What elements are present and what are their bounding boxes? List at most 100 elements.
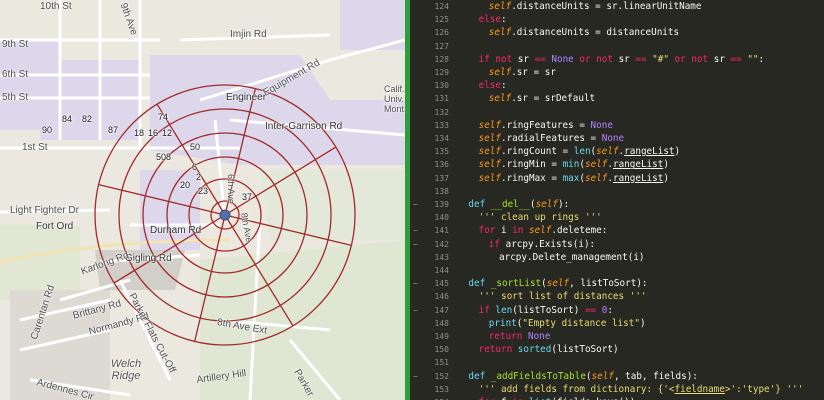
line-number: 153 <box>434 384 449 394</box>
code-text: self.sr = sr <box>488 67 556 78</box>
code-text: for i in self.deleteme: <box>478 225 608 237</box>
map-number: 18 <box>134 128 145 138</box>
map-number: 12 <box>162 128 173 138</box>
map-label: Imjin Rd <box>230 29 267 40</box>
code-line[interactable]: 132 <box>410 106 824 119</box>
code-line[interactable]: 138 <box>410 185 824 198</box>
code-text: self.distanceUnits = sr.linearUnitName <box>488 1 702 12</box>
code-line[interactable]: 150 return sorted(listToSort) <box>410 343 824 356</box>
line-number: 139 <box>434 200 449 209</box>
line-number: 132 <box>434 107 449 117</box>
line-number: 149 <box>434 332 449 341</box>
code-text: self.radialFeatures = None <box>478 133 625 144</box>
code-text: ''' clean up rings ''' <box>478 212 602 224</box>
code-line[interactable]: 146 ''' sort list of distances ''' <box>410 290 824 303</box>
code-line[interactable]: 148 print("Empty distance list") <box>410 317 824 330</box>
code-editor[interactable]: 124 self.distanceUnits = sr.linearUnitNam… <box>410 0 824 400</box>
line-number: 148 <box>434 318 449 328</box>
map-number: 74 <box>158 112 169 122</box>
map-number: 2 <box>196 172 202 182</box>
map-number: 82 <box>82 114 93 124</box>
map-label: 5th St <box>2 92 29 103</box>
line-number: 138 <box>434 186 449 196</box>
code-text: else: <box>478 80 507 92</box>
code-line[interactable]: 129 self.sr = sr <box>410 66 824 79</box>
code-line[interactable]: 136 self.ringMin = min(self.rangeList) <box>410 158 824 171</box>
code-line[interactable]: 140 ''' clean up rings ''' <box>410 211 824 224</box>
map-label: Light Fighter Dr <box>10 205 79 216</box>
map-label: 6th St <box>2 69 29 80</box>
map-label: Durham Rd <box>150 225 202 236</box>
code-line[interactable]: 149 return None <box>410 330 824 343</box>
line-number: 140 <box>434 213 449 223</box>
code-text: self.ringMin = min(self.rangeList) <box>478 159 669 171</box>
code-text: else: <box>478 14 507 26</box>
code-text: return sorted(listToSort) <box>478 344 619 356</box>
map-label: Engineer <box>226 92 267 103</box>
map-number: 23 <box>198 186 209 196</box>
code-line[interactable]: 124 self.distanceUnits = sr.linearUnitNam… <box>410 0 824 13</box>
line-number: 150 <box>434 345 449 355</box>
code-line[interactable]: 134 self.radialFeatures = None <box>410 132 824 145</box>
code-text: ''' add fields from dictionary: {'<field… <box>478 383 804 395</box>
code-line[interactable]: −139 def __del__(self): <box>410 198 824 211</box>
map-label: 6th Ave <box>226 174 236 204</box>
code-line[interactable]: −152 def _addFieldsToTable(self, tab, fie… <box>410 370 824 383</box>
line-number: 154 <box>410 396 449 400</box>
map-number: 84 <box>62 114 73 124</box>
map-label: Gigling Rd <box>125 253 172 264</box>
line-number: 134 <box>434 134 449 143</box>
code-line[interactable]: −141 for i in self.deleteme: <box>410 224 824 237</box>
line-number: 130 <box>434 81 449 91</box>
code-line[interactable]: 131 self.sr = srDefault <box>410 92 824 105</box>
code-line[interactable]: 143 arcpy.Delete_management(i) <box>410 251 824 264</box>
code-line[interactable]: 151 <box>410 356 824 369</box>
code-text: ''' sort list of distances ''' <box>478 291 647 303</box>
code-text: return None <box>488 331 551 342</box>
code-line[interactable]: 144 <box>410 264 824 277</box>
map-number: 20 <box>180 180 191 190</box>
code-text: self.distanceUnits = distanceUnits <box>488 27 680 39</box>
code-line[interactable]: 137 self.ringMax = max(self.rangeList) <box>410 172 824 185</box>
line-number: 128 <box>434 54 449 64</box>
map-label: 1st St <box>22 142 48 153</box>
code-text: self.ringFeatures = None <box>478 119 613 131</box>
map-view[interactable]: 10th St 9th Ave 9th St 6th St 5th St Imj… <box>0 0 405 400</box>
map-label: 9th St <box>2 39 29 50</box>
code-line[interactable]: 133 self.ringFeatures = None <box>410 119 824 132</box>
code-text: self.ringMax = max(self.rangeList) <box>478 172 669 184</box>
map-number: 90 <box>42 125 53 135</box>
code-text: def __del__(self): <box>468 199 570 210</box>
code-text: for f in list(fields.keys()): <box>479 396 641 400</box>
line-number: 131 <box>434 94 449 104</box>
line-number: 142 <box>434 239 449 249</box>
code-text: if len(listToSort) == 0: <box>478 304 613 316</box>
code-text: self.sr = srDefault <box>488 93 596 105</box>
code-line[interactable]: 126 self.distanceUnits = distanceUnits <box>410 26 824 39</box>
code-line[interactable]: −154for f in list(fields.keys()): <box>410 396 824 400</box>
code-line[interactable]: 125 else: <box>410 13 824 26</box>
line-number: 125 <box>434 15 449 25</box>
line-number: 133 <box>434 120 449 130</box>
line-number: 144 <box>434 266 449 275</box>
map-number: 37 <box>242 192 253 202</box>
code-line[interactable]: 153 ''' add fields from dictionary: {'<fi… <box>410 383 824 396</box>
map-number: 87 <box>108 125 119 135</box>
code-line[interactable]: −142 if arcpy.Exists(i): <box>410 238 824 251</box>
map-label: 10th St <box>40 1 72 12</box>
line-number: 152 <box>434 371 449 381</box>
line-number: 126 <box>434 28 449 38</box>
line-number: 151 <box>434 358 449 368</box>
code-line[interactable]: −147 if len(listToSort) == 0: <box>410 304 824 317</box>
basemap <box>0 0 405 400</box>
code-line[interactable]: 130 else: <box>410 79 824 92</box>
code-line[interactable]: 127 <box>410 40 824 53</box>
line-number: 141 <box>434 226 449 236</box>
line-number: 137 <box>434 173 449 183</box>
line-number: 147 <box>434 305 449 315</box>
code-line[interactable]: −145 def _sortList(self, listToSort): <box>410 277 824 290</box>
code-line[interactable]: 135 self.ringCount = len(self.rangeList) <box>410 145 824 158</box>
code-line[interactable]: 128 if not sr == None or not sr == "#" or… <box>410 53 824 66</box>
line-number: 146 <box>434 292 449 302</box>
map-number: 508 <box>156 152 172 162</box>
